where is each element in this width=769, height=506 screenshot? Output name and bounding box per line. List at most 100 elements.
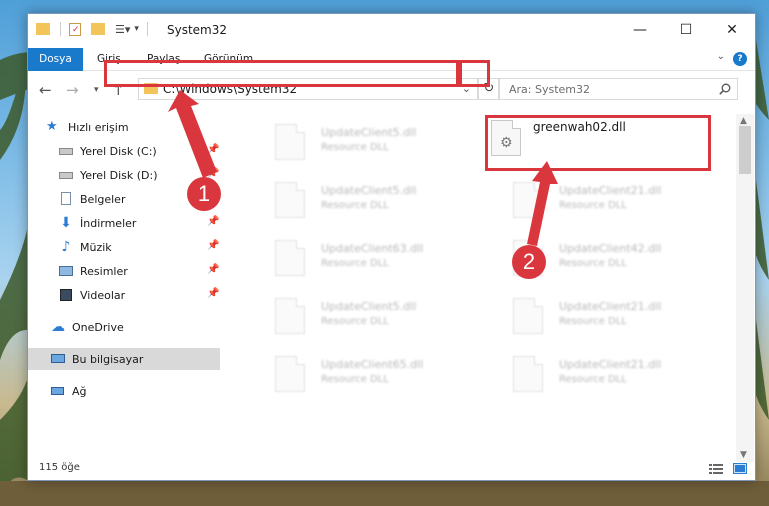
file-type: Resource DLL bbox=[559, 374, 627, 385]
window-title: System32 bbox=[167, 23, 228, 37]
file-type: Resource DLL bbox=[321, 258, 389, 269]
search-input[interactable]: Ara: System32 bbox=[498, 78, 738, 100]
sidebar-item-documents[interactable]: Belgeler bbox=[58, 188, 125, 210]
file-name: UpdateClient65.dll bbox=[321, 358, 424, 371]
sidebar-item-label: Belgeler bbox=[80, 192, 126, 206]
search-placeholder: Ara: System32 bbox=[509, 83, 591, 96]
status-bar: 115 öğe bbox=[28, 458, 755, 480]
customize-toolbar-icon[interactable]: ☰▾ bbox=[115, 23, 130, 36]
sidebar-item-label: Videolar bbox=[80, 288, 126, 302]
maximize-button[interactable]: ☐ bbox=[663, 14, 709, 46]
file-type: Resource DLL bbox=[321, 374, 389, 385]
file-item[interactable]: UpdateClient63.dll Resource DLL bbox=[253, 234, 473, 282]
file-item[interactable]: UpdateClient5.dll Resource DLL bbox=[253, 292, 473, 340]
file-name: UpdateClient42.dll bbox=[559, 242, 662, 255]
title-bar: ✓ ☰▾ ▾ System32 — ☐ ✕ bbox=[28, 14, 755, 46]
scroll-thumb[interactable] bbox=[739, 126, 751, 174]
help-button[interactable]: ? bbox=[733, 52, 747, 66]
sidebar-item-label: Hızlı erişim bbox=[68, 120, 129, 134]
file-item[interactable]: UpdateClient5.dll Resource DLL bbox=[253, 118, 473, 166]
download-icon: ⬇ bbox=[60, 215, 72, 231]
folder-icon bbox=[36, 23, 50, 35]
sidebar-item-label: Müzik bbox=[80, 240, 112, 254]
address-bar-highlight bbox=[104, 60, 459, 87]
file-type: Resource DLL bbox=[321, 142, 389, 153]
file-name: UpdateClient63.dll bbox=[321, 242, 424, 255]
sidebar-item-pictures[interactable]: Resimler bbox=[58, 260, 128, 282]
close-button[interactable]: ✕ bbox=[709, 14, 755, 46]
details-view-icon[interactable] bbox=[709, 463, 723, 474]
video-icon bbox=[58, 288, 74, 302]
step-2-badge: 2 bbox=[512, 245, 546, 279]
expand-ribbon-icon[interactable]: ⌄ bbox=[717, 51, 725, 62]
navigation-pane: ★ Hızlı erişim Yerel Disk (C:) 📌 Yerel D… bbox=[28, 114, 220, 454]
cloud-icon: ☁ bbox=[51, 319, 65, 335]
chevron-down-icon[interactable]: ▾ bbox=[134, 24, 139, 34]
item-count: 115 öğe bbox=[39, 462, 80, 473]
star-icon: ★ bbox=[46, 119, 58, 134]
sidebar-item-label: Yerel Disk (D:) bbox=[80, 168, 158, 182]
sidebar-item-downloads[interactable]: ⬇ İndirmeler bbox=[58, 212, 136, 234]
minimize-button[interactable]: — bbox=[617, 14, 663, 46]
dll-file-icon bbox=[275, 298, 305, 334]
file-item[interactable]: UpdateClient21.dll Resource DLL bbox=[491, 350, 711, 398]
file-name: UpdateClient21.dll bbox=[559, 184, 662, 197]
dll-file-icon bbox=[275, 182, 305, 218]
file-name: UpdateClient5.dll bbox=[321, 300, 417, 313]
sidebar-item-network[interactable]: Ağ bbox=[50, 380, 87, 402]
picture-icon bbox=[58, 264, 74, 278]
sidebar-item-music[interactable]: ♪ Müzik bbox=[58, 236, 112, 258]
pin-icon[interactable]: 📌 bbox=[207, 264, 219, 275]
dll-file-icon bbox=[513, 356, 543, 392]
computer-icon bbox=[50, 352, 66, 366]
file-name: UpdateClient21.dll bbox=[559, 300, 662, 313]
pin-icon[interactable]: 📌 bbox=[207, 216, 219, 227]
forward-button[interactable]: → bbox=[66, 81, 79, 99]
file-name: UpdateClient5.dll bbox=[321, 184, 417, 197]
file-type: Resource DLL bbox=[559, 316, 627, 327]
file-item[interactable]: UpdateClient5.dll Resource DLL bbox=[253, 176, 473, 224]
back-button[interactable]: ← bbox=[39, 81, 52, 99]
pin-icon[interactable]: 📌 bbox=[207, 288, 219, 299]
file-item[interactable]: UpdateClient21.dll Resource DLL bbox=[491, 292, 711, 340]
sidebar-item-label: Resimler bbox=[80, 264, 128, 278]
pin-icon[interactable]: 📌 bbox=[207, 240, 219, 251]
sidebar-item-label: Yerel Disk (C:) bbox=[80, 144, 157, 158]
file-type: Resource DLL bbox=[559, 200, 627, 211]
dll-file-icon bbox=[275, 240, 305, 276]
search-icon bbox=[719, 83, 731, 95]
sidebar-item-onedrive[interactable]: ☁ OneDrive bbox=[50, 316, 124, 338]
dll-file-icon bbox=[513, 182, 543, 218]
new-folder-icon[interactable] bbox=[91, 23, 105, 35]
sidebar-item-videos[interactable]: Videolar bbox=[58, 284, 125, 306]
dll-file-icon bbox=[275, 356, 305, 392]
document-icon bbox=[58, 192, 74, 206]
sidebar-item-disk-d[interactable]: Yerel Disk (D:) bbox=[58, 164, 158, 186]
dll-file-icon bbox=[275, 124, 305, 160]
sidebar-item-label: OneDrive bbox=[72, 320, 124, 334]
tab-file[interactable]: Dosya bbox=[28, 48, 83, 71]
sidebar-item-this-pc[interactable]: Bu bilgisayar bbox=[28, 348, 220, 370]
scroll-up-icon[interactable]: ▲ bbox=[740, 116, 747, 126]
sidebar-item-label: Bu bilgisayar bbox=[72, 352, 144, 366]
sidebar-item-disk-c[interactable]: Yerel Disk (C:) bbox=[58, 140, 157, 162]
large-icons-view-icon[interactable] bbox=[733, 463, 747, 474]
music-icon: ♪ bbox=[61, 239, 71, 255]
file-item[interactable]: UpdateClient21.dll Resource DLL bbox=[491, 176, 711, 224]
file-type: Resource DLL bbox=[321, 200, 389, 211]
recent-locations-icon[interactable]: ▾ bbox=[94, 85, 99, 95]
network-icon bbox=[50, 384, 66, 398]
file-name: UpdateClient5.dll bbox=[321, 126, 417, 139]
file-item[interactable]: UpdateClient65.dll Resource DLL bbox=[253, 350, 473, 398]
properties-icon[interactable]: ✓ bbox=[69, 22, 81, 36]
dll-file-icon bbox=[513, 298, 543, 334]
pin-icon[interactable]: 📌 bbox=[207, 144, 219, 155]
file-name: UpdateClient21.dll bbox=[559, 358, 662, 371]
sidebar-item-label: Ağ bbox=[72, 384, 87, 398]
vertical-scrollbar[interactable]: ▲ ▼ bbox=[736, 114, 754, 462]
step-1-badge: 1 bbox=[187, 177, 221, 211]
quick-access-toolbar: ✓ ☰▾ ▾ bbox=[36, 22, 148, 36]
sidebar-item-label: İndirmeler bbox=[80, 216, 137, 230]
file-type: Resource DLL bbox=[321, 316, 389, 327]
sidebar-item-quick-access[interactable]: ★ Hızlı erişim bbox=[46, 116, 129, 138]
